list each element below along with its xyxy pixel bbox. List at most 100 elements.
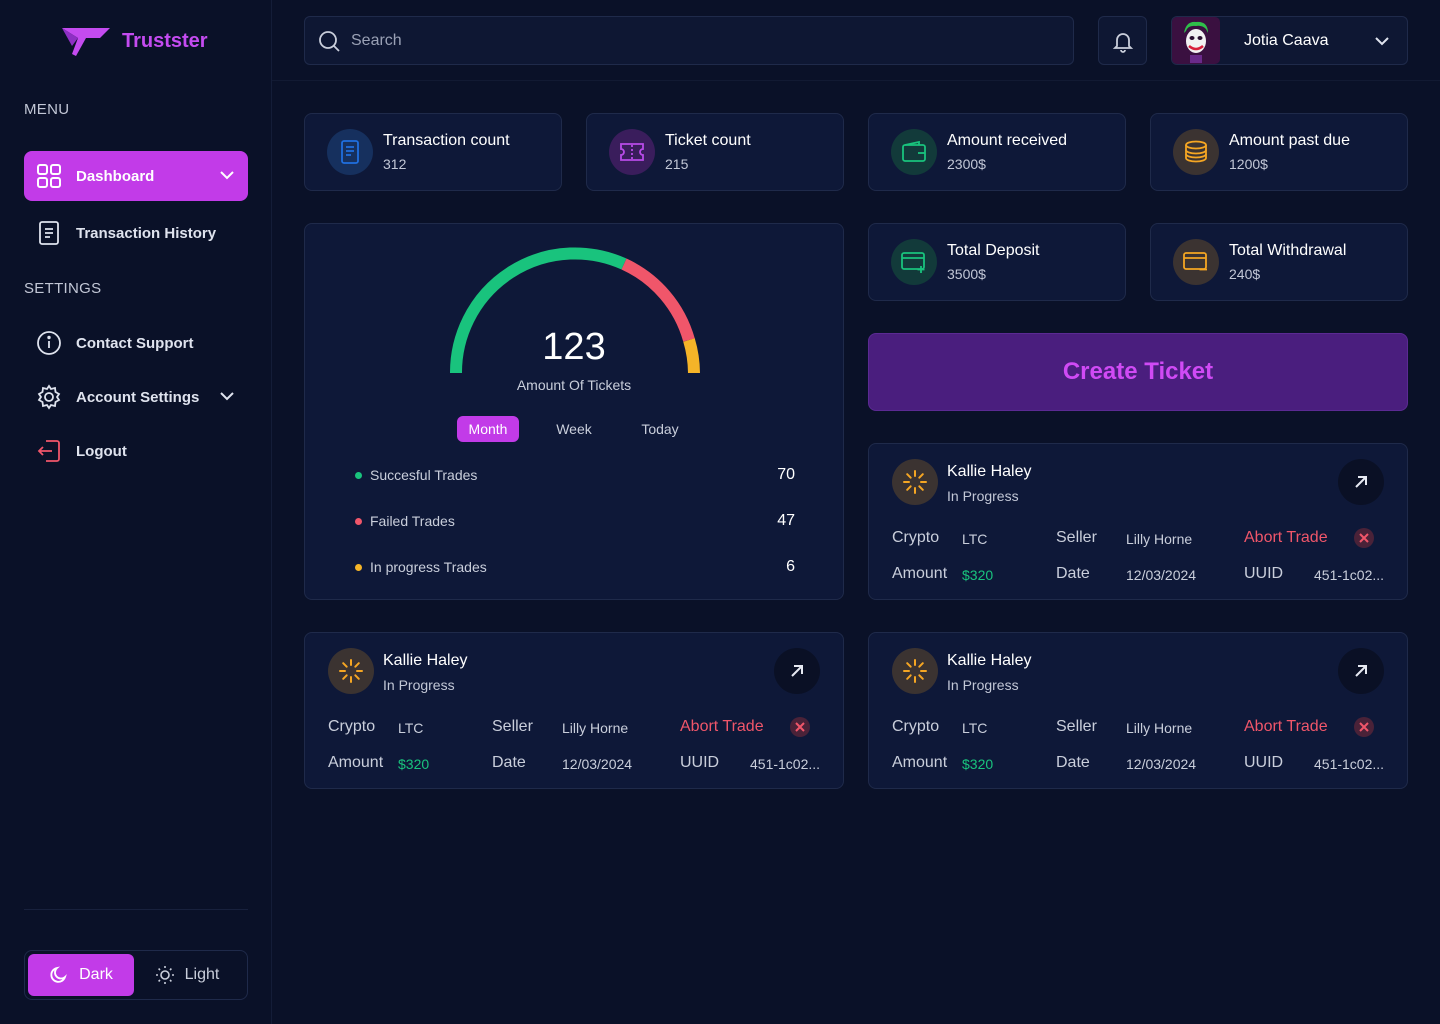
avatar (1172, 17, 1220, 64)
ticket-icon (620, 143, 644, 161)
sidebar-item-label: Transaction History (76, 224, 217, 242)
trade-card: Kallie Haley In Progress Crypto LTC Sell… (304, 632, 844, 789)
joker-avatar-icon (1184, 21, 1208, 63)
stat-card-amount-past-due: Amount past due 1200$ (1150, 113, 1408, 191)
trade-card: Kallie Haley In Progress Crypto LTC Sell… (868, 632, 1408, 789)
sidebar-divider (24, 909, 248, 910)
header-divider (272, 80, 1440, 81)
stat-value: 3500$ (947, 266, 986, 282)
menu-section-label: MENU (24, 101, 70, 118)
sidebar-item-label: Logout (76, 442, 127, 460)
tickets-gauge-card: 123 Amount Of Tickets Month Week Today S… (304, 223, 844, 600)
status-dot (355, 471, 362, 479)
seller-label: Seller (1056, 718, 1097, 735)
uuid-label: UUID (1244, 754, 1284, 771)
create-ticket-button[interactable]: Create Ticket (868, 333, 1408, 411)
open-trade-button[interactable] (1338, 648, 1384, 694)
stat-title: Amount past due (1229, 132, 1350, 149)
crypto-label: Crypto (892, 718, 940, 735)
uuid-label: UUID (1244, 565, 1284, 582)
trade-stat-value: 6 (786, 558, 795, 575)
bell-icon (1112, 32, 1133, 53)
abort-trade-link[interactable]: Abort Trade (680, 718, 764, 736)
amount-value: $320 (962, 567, 994, 583)
seller-value: Lilly Horne (562, 720, 629, 736)
chevron-down-icon (220, 171, 234, 180)
light-theme-label: Light (184, 966, 220, 983)
date-label: Date (1056, 754, 1090, 771)
close-icon (1359, 722, 1369, 732)
open-trade-button[interactable] (774, 648, 820, 694)
date-value: 12/03/2024 (1126, 567, 1197, 583)
gear-icon (37, 384, 61, 410)
coins-icon (1185, 140, 1207, 163)
seller-label: Seller (492, 718, 533, 735)
stat-value: 2300$ (947, 156, 986, 172)
abort-trade-button[interactable] (1354, 528, 1374, 548)
stat-icon-wrapper (891, 239, 937, 285)
period-tab-today[interactable]: Today (631, 416, 689, 442)
sidebar-item-contact-support[interactable]: Contact Support (24, 318, 248, 368)
abort-trade-link[interactable]: Abort Trade (1244, 718, 1328, 736)
stat-value: 240$ (1229, 266, 1261, 282)
trustster-logo-icon (62, 28, 110, 56)
abort-trade-button[interactable] (1354, 717, 1374, 737)
sidebar-item-account-settings[interactable]: Account Settings (24, 372, 248, 422)
stat-card-amount-received: Amount received 2300$ (868, 113, 1126, 191)
trade-stat-row: In progress Trades 6 (355, 558, 795, 576)
sidebar-item-label: Dashboard (76, 167, 155, 185)
spinner-icon (339, 659, 363, 683)
stat-title: Amount received (947, 132, 1068, 149)
period-tab-week[interactable]: Week (545, 416, 603, 442)
sidebar-item-logout[interactable]: Logout (24, 426, 248, 476)
grid-icon (37, 164, 61, 188)
trade-status: In Progress (947, 488, 1019, 504)
stat-value: 1200$ (1229, 156, 1268, 172)
dark-theme-button[interactable]: Dark (28, 954, 134, 996)
date-label: Date (492, 754, 526, 771)
trade-stat-value: 70 (777, 466, 795, 483)
trade-status: In Progress (383, 677, 455, 693)
stat-title: Ticket count (665, 132, 751, 149)
search-icon (319, 30, 340, 52)
search-bar[interactable] (304, 16, 1074, 65)
trade-user-name: Kallie Haley (947, 463, 1032, 480)
sidebar-item-dashboard[interactable]: Dashboard (24, 151, 248, 201)
trade-stat-row: Failed Trades 47 (355, 512, 795, 530)
user-profile-menu[interactable]: Jotia Caava (1171, 16, 1408, 65)
card-minus-icon (1183, 252, 1207, 271)
date-value: 12/03/2024 (1126, 756, 1197, 772)
trade-stat-value: 47 (777, 512, 795, 529)
info-icon (37, 331, 61, 355)
sun-icon (155, 966, 174, 984)
arrow-up-right-icon (1355, 665, 1367, 677)
sidebar-item-label: Account Settings (76, 388, 200, 406)
gauge-value: 123 (542, 326, 606, 368)
stat-title: Total Deposit (947, 242, 1040, 259)
status-dot (355, 563, 362, 571)
crypto-label: Crypto (328, 718, 376, 735)
sidebar-item-label: Contact Support (76, 334, 194, 352)
sidebar: Trustster MENU Dashboard Transaction His… (0, 0, 272, 1024)
light-theme-button[interactable]: Light (134, 954, 240, 996)
notifications-button[interactable] (1098, 16, 1147, 65)
stat-icon-wrapper (609, 129, 655, 175)
spinner-icon (903, 470, 927, 494)
search-input[interactable] (351, 31, 1031, 50)
trade-avatar (892, 648, 938, 694)
crypto-value: LTC (398, 720, 424, 736)
moon-icon (50, 966, 67, 983)
arrow-up-right-icon (1355, 476, 1367, 488)
crypto-value: LTC (962, 720, 988, 736)
abort-trade-link[interactable]: Abort Trade (1244, 529, 1328, 547)
open-trade-button[interactable] (1338, 459, 1384, 505)
amount-label: Amount (328, 754, 384, 771)
abort-trade-button[interactable] (790, 717, 810, 737)
trade-card: Kallie Haley In Progress Crypto LTC Sell… (868, 443, 1408, 600)
amount-label: Amount (892, 754, 948, 771)
period-tab-month[interactable]: Month (457, 416, 519, 442)
brand-logo[interactable]: Trustster (60, 24, 208, 58)
spinner-icon (903, 659, 927, 683)
sidebar-item-transaction-history[interactable]: Transaction History (24, 208, 248, 258)
trade-stat-label: In progress Trades (370, 559, 487, 575)
